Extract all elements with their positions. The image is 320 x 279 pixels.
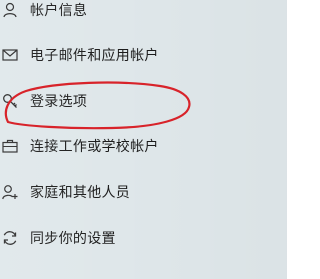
nav-item-label: 连接工作或学校帐户 [30, 139, 159, 155]
nav-item-label: 家庭和其他人员 [30, 185, 131, 201]
mail-icon [0, 45, 20, 65]
nav-item-sign-in-options[interactable]: 登录选项 [0, 81, 287, 121]
nav-item-work-school[interactable]: 连接工作或学校帐户 [0, 126, 287, 166]
nav-item-label: 登录选项 [30, 94, 88, 110]
nav-item-sync-settings[interactable]: 同步你的设置 [0, 218, 287, 258]
settings-nav-pane: 帐户信息 电子邮件和应用帐户 登录选项 连接工作或学校帐户 家庭和其他人员 同步… [0, 0, 287, 279]
nav-item-label: 电子邮件和应用帐户 [30, 48, 159, 64]
nav-item-account-info[interactable]: 帐户信息 [0, 0, 287, 30]
nav-item-label: 帐户信息 [30, 3, 88, 19]
nav-item-label: 同步你的设置 [30, 231, 116, 247]
content-area-edge [287, 0, 313, 279]
add-person-icon [0, 182, 20, 202]
nav-item-email-accounts[interactable]: 电子邮件和应用帐户 [0, 35, 287, 75]
person-icon [0, 0, 20, 20]
key-icon [0, 91, 20, 111]
briefcase-icon [0, 136, 20, 156]
nav-item-family-others[interactable]: 家庭和其他人员 [0, 172, 287, 212]
sync-icon [0, 228, 20, 248]
